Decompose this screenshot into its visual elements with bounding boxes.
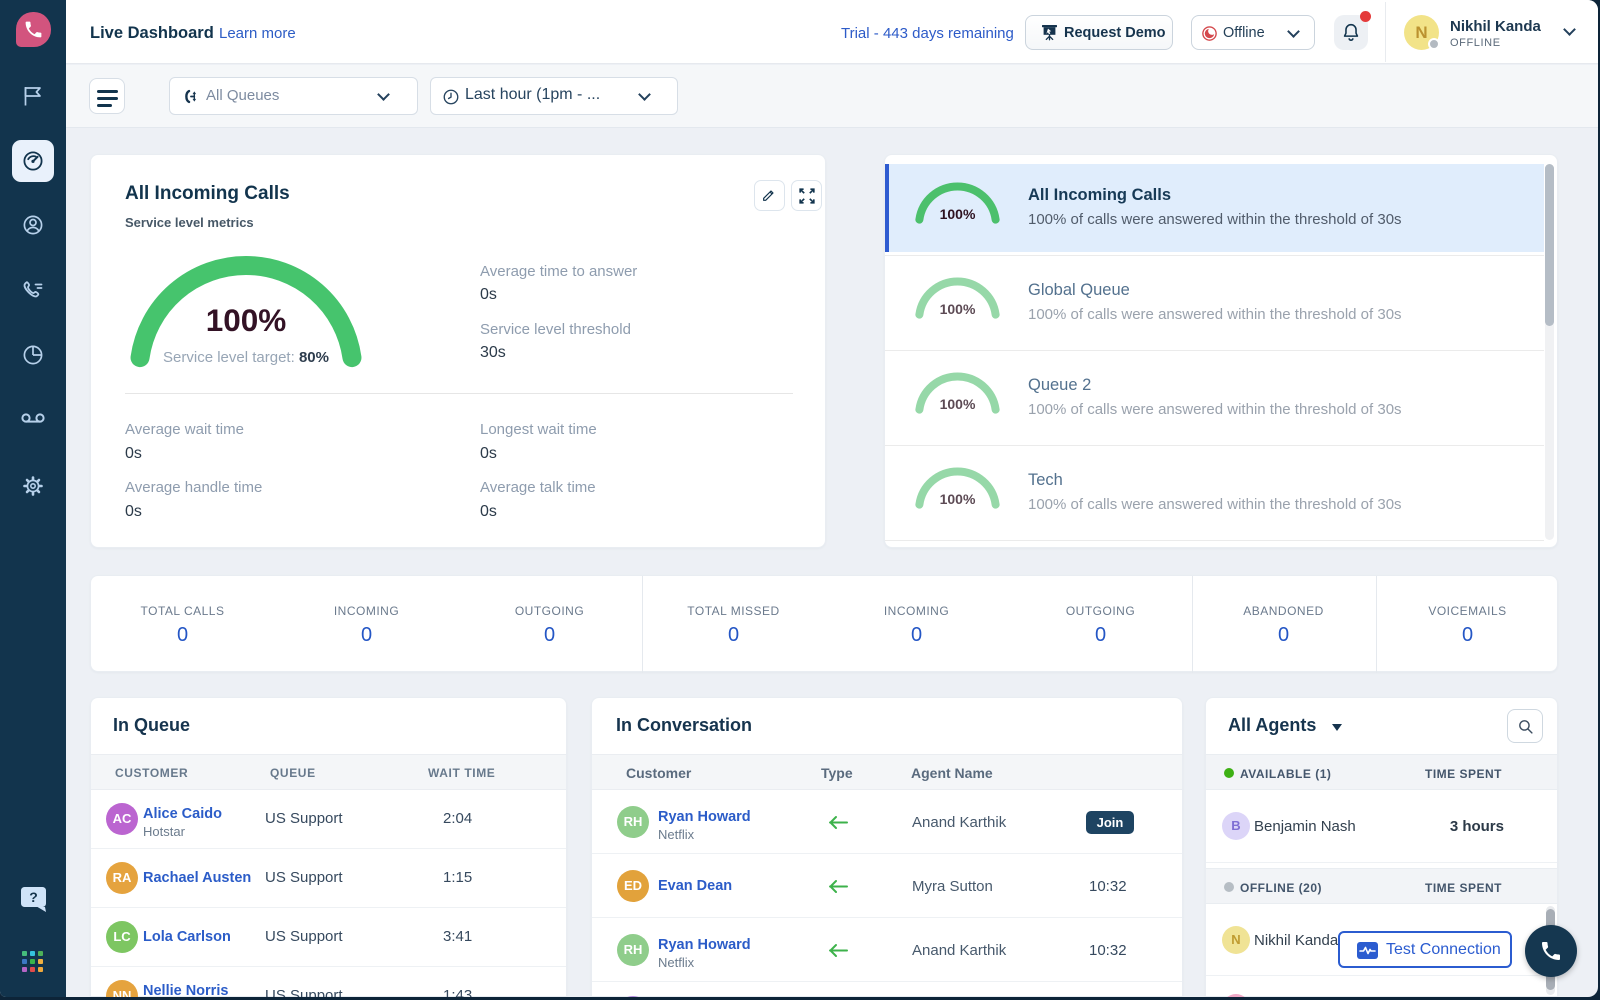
svg-text:?: ? (29, 889, 38, 905)
